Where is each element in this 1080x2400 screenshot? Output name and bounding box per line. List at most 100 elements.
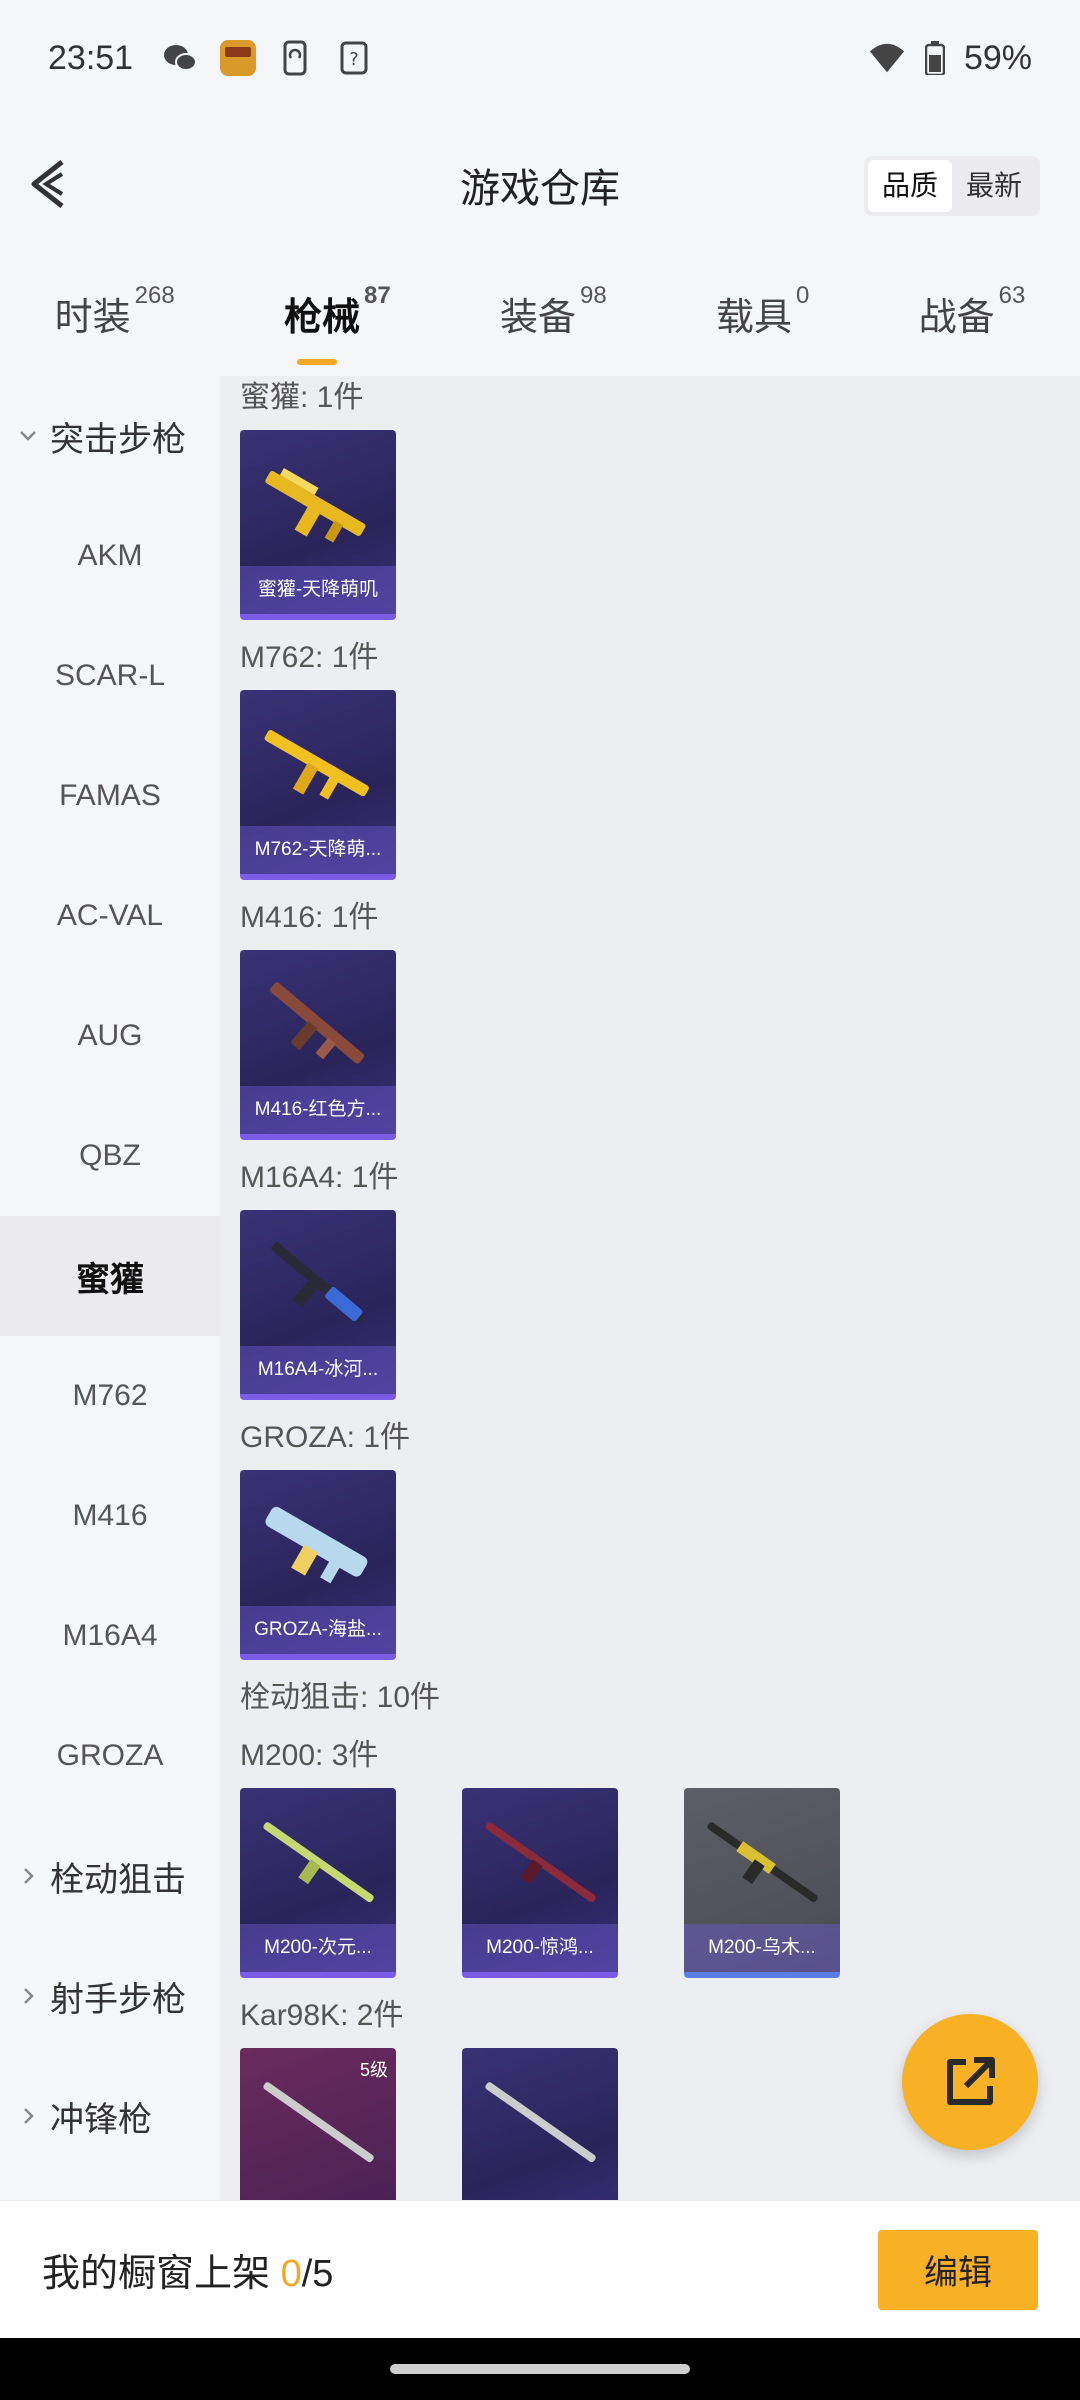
tab-vehicles[interactable]: 载具0	[715, 282, 809, 341]
weapon-image	[271, 1242, 365, 1323]
sort-option-newest[interactable]: 最新	[952, 160, 1036, 212]
sidebar-item-famas[interactable]: FAMAS	[0, 736, 220, 856]
weapon-image	[270, 982, 365, 1064]
tab-weapons[interactable]: 枪械87	[283, 282, 391, 365]
showcase-label: 我的橱窗上架	[42, 2253, 281, 2295]
chevron-right-icon	[24, 1868, 34, 1884]
tab-count: 0	[796, 282, 810, 309]
card-row: M16A4-冰河...	[240, 1210, 1080, 1400]
home-gesture-handle[interactable]	[390, 2364, 690, 2374]
tab-label: 时装	[54, 297, 131, 339]
weapon-image	[263, 2082, 374, 2163]
weapon-image	[707, 1822, 818, 1903]
battery-percent: 59%	[963, 38, 1032, 77]
sidebar-group-smg[interactable]: 冲锋枪	[0, 2056, 220, 2176]
chevron-right-icon	[24, 1988, 34, 2004]
tab-count: 87	[364, 282, 391, 309]
weapon-card[interactable]: M200-次元...	[240, 1788, 396, 1978]
sidebar-item-honey-badger[interactable]: 蜜獾	[0, 1216, 220, 1336]
battery-icon	[916, 39, 954, 77]
weapon-image	[263, 1822, 374, 1903]
sidebar-item-label: 射手步枪	[50, 1980, 186, 2019]
weapon-image	[485, 2082, 596, 2163]
weapon-card[interactable]: M16A4-冰河...	[240, 1210, 396, 1400]
sidebar-item-akm[interactable]: AKM	[0, 496, 220, 616]
section-title: M762: 1件	[240, 641, 379, 674]
sidebar-item-groza[interactable]: GROZA	[0, 1696, 220, 1816]
card-row: M762-天降萌...	[240, 690, 1080, 880]
sidebar-item-ac-val[interactable]: AC-VAL	[0, 856, 220, 976]
weapon-image	[265, 1506, 368, 1584]
weapon-card-label: M200-次元...	[240, 1924, 396, 1972]
tab-count: 98	[580, 282, 607, 309]
sidebar-group-marksman-rifles[interactable]: 射手步枪	[0, 1936, 220, 2056]
sidebar-item-label: 栓动狙击	[50, 1860, 186, 1899]
card-row: 蜜獾-天降萌叽	[240, 430, 1080, 620]
weapon-card[interactable]: M200-惊鸿...	[462, 1788, 618, 1978]
showcase-bar: 我的橱窗上架 0/5 编辑	[0, 2200, 1080, 2338]
chevron-right-icon	[24, 2108, 34, 2124]
weapon-image	[485, 1822, 596, 1903]
tab-count: 63	[998, 282, 1026, 309]
sidebar-item-aug[interactable]: AUG	[0, 976, 220, 1096]
tab-tactical[interactable]: 战备63	[918, 282, 1026, 341]
system-nav-bar	[0, 2338, 1080, 2400]
card-row: GROZA-海盐...	[240, 1470, 1080, 1660]
showcase-total: /5	[301, 2253, 334, 2295]
section-title: 栓动狙击: 10件	[240, 1681, 441, 1714]
weapon-card[interactable]: M762-天降萌...	[240, 690, 396, 880]
sidebar-item-m416[interactable]: M416	[0, 1456, 220, 1576]
weapon-card-label: M200-乌木...	[684, 1924, 840, 1972]
showcase-current-count: 0	[280, 2253, 302, 2295]
tab-count: 268	[134, 282, 175, 309]
weapon-card[interactable]: M200-乌木...	[684, 1788, 840, 1978]
status-bar: 23:51 ? 59%	[0, 0, 1080, 116]
section-title: M200: 3件	[240, 1739, 379, 1772]
sidebar-item-m762[interactable]: M762	[0, 1336, 220, 1456]
chevron-down-icon	[20, 431, 36, 441]
weapon-card-label: M200-惊鸿...	[462, 1924, 618, 1972]
weapon-type-sidebar: 突击步枪 AKM SCAR-L FAMAS AC-VAL AUG QBZ 蜜獾 …	[0, 376, 220, 2200]
svg-text:?: ?	[349, 49, 359, 70]
sidebar-item-scar-l[interactable]: SCAR-L	[0, 616, 220, 736]
weapon-card-label: 蜜獾-天降萌叽	[240, 566, 396, 614]
weapon-card[interactable]	[462, 2048, 618, 2200]
edit-button[interactable]: 编辑	[878, 2229, 1038, 2310]
sidebar-item-label: 突击步枪	[50, 420, 186, 459]
wifi-icon	[868, 39, 906, 77]
sidebar-group-assault-rifles[interactable]: 突击步枪	[0, 376, 220, 496]
external-link-icon	[947, 2057, 995, 2105]
card-row: M200-次元... M200-惊鸿... M200-乌木...	[240, 1788, 1080, 1978]
weapon-image	[265, 468, 366, 543]
section-title: M416: 1件	[240, 901, 379, 934]
sidebar-item-qbz[interactable]: QBZ	[0, 1096, 220, 1216]
category-tabs: 时装268 枪械87 装备98 载具0 战备63	[0, 256, 1080, 376]
share-button[interactable]	[902, 2014, 1038, 2150]
section-title: M16A4: 1件	[240, 1161, 399, 1194]
weapon-card[interactable]: M416-红色方...	[240, 950, 396, 1140]
sidebar-group-bolt-action[interactable]: 栓动狙击	[0, 1816, 220, 1936]
weapon-list: 蜜獾: 1件 蜜獾-天降萌叽 M762: 1件 M762-天降萌... M416…	[220, 376, 1080, 2200]
tab-equipment[interactable]: 装备98	[499, 282, 607, 341]
weapon-card-label: M16A4-冰河...	[240, 1346, 396, 1394]
status-time: 23:51	[48, 38, 134, 77]
sort-toggle: 品质 最新	[863, 156, 1040, 216]
showcase-status: 我的橱窗上架 0/5	[42, 2242, 333, 2297]
tab-label: 枪械	[283, 297, 360, 339]
tab-label: 装备	[499, 297, 576, 339]
section-title: GROZA: 1件	[240, 1421, 411, 1454]
wechat-icon	[161, 39, 199, 77]
weapon-card[interactable]: GROZA-海盐...	[240, 1470, 396, 1660]
sidebar-item-m16a4[interactable]: M16A4	[0, 1576, 220, 1696]
weapon-card[interactable]: 蜜獾-天降萌叽	[240, 430, 396, 620]
weapon-card-label: GROZA-海盐...	[240, 1606, 396, 1654]
tab-fashion[interactable]: 时装268	[54, 282, 175, 341]
section-title: 蜜獾: 1件	[240, 381, 364, 414]
active-tab-indicator	[297, 359, 338, 365]
sort-option-quality[interactable]: 品质	[867, 160, 952, 212]
tab-label: 战备	[918, 297, 995, 339]
weapon-image	[264, 730, 369, 800]
weapon-card[interactable]: 5级	[240, 2048, 396, 2200]
card-row: M416-红色方...	[240, 950, 1080, 1140]
tab-label: 载具	[715, 297, 792, 339]
